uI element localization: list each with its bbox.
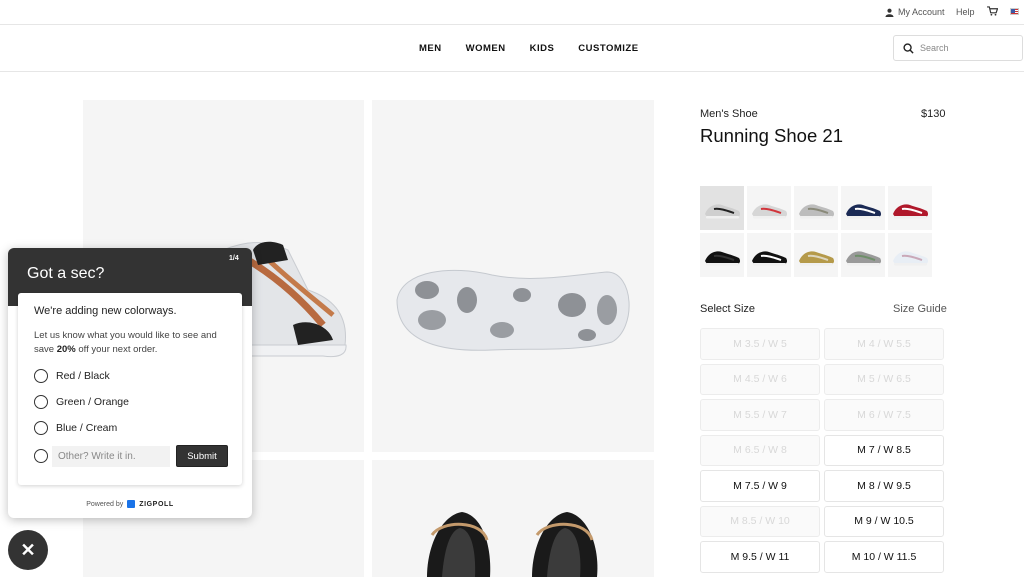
nav-link-women[interactable]: WOMEN xyxy=(466,43,506,54)
option-label: Green / Orange xyxy=(56,396,129,408)
colorway-swatch[interactable] xyxy=(747,233,791,277)
survey-description-tail: off your next order. xyxy=(75,344,158,355)
shoe-thumbnail-icon xyxy=(893,251,929,266)
option-red-black[interactable]: Red / Black xyxy=(34,369,110,383)
close-icon: ✕ xyxy=(20,539,36,560)
cart-icon[interactable] xyxy=(987,6,999,18)
shoe-top-illustration xyxy=(427,512,598,577)
colorway-swatch[interactable] xyxy=(700,186,744,230)
size-guide-link[interactable]: Size Guide xyxy=(893,303,947,315)
shoe-thumbnail-icon xyxy=(799,251,835,266)
powered-by-label: Powered by xyxy=(86,500,124,508)
survey-title: Got a sec? xyxy=(27,265,105,282)
radio-button[interactable] xyxy=(34,369,48,383)
size-option: M 6 / W 7.5 xyxy=(824,399,944,431)
survey-question: We're adding new colorways. xyxy=(34,305,177,317)
size-option[interactable]: M 9.5 / W 11 xyxy=(700,541,820,573)
size-option: M 8.5 / W 10 xyxy=(700,505,820,537)
size-option[interactable]: M 8 / W 9.5 xyxy=(824,470,944,502)
size-option: M 4 / W 5.5 xyxy=(824,328,944,360)
colorway-swatch[interactable] xyxy=(700,233,744,277)
nav-link-men[interactable]: MEN xyxy=(419,43,442,54)
my-account-label: My Account xyxy=(898,7,945,17)
utility-bar: My Account Help xyxy=(0,0,1024,25)
product-image-sole[interactable] xyxy=(372,100,654,452)
survey-description: Let us know what you would like to see a… xyxy=(34,329,229,357)
size-option[interactable]: M 10 / W 11.5 xyxy=(824,541,944,573)
us-flag-icon[interactable] xyxy=(1010,8,1019,15)
shoe-thumbnail-icon xyxy=(752,251,788,266)
colorway-swatch[interactable] xyxy=(794,233,838,277)
option-label: Blue / Cream xyxy=(56,422,118,434)
radio-button[interactable] xyxy=(34,421,48,435)
other-option: Submit xyxy=(34,445,228,467)
main-nav: MEN WOMEN KIDS CUSTOMIZE Search xyxy=(0,25,1024,72)
radio-button[interactable] xyxy=(34,449,48,463)
radio-button[interactable] xyxy=(34,395,48,409)
colorway-swatch[interactable] xyxy=(794,186,838,230)
product-price: $130 xyxy=(921,108,946,120)
help-link[interactable]: Help xyxy=(956,7,975,17)
close-survey-button[interactable]: ✕ xyxy=(8,530,48,570)
survey-step-counter: 1/4 xyxy=(229,255,239,262)
size-option[interactable]: M 9 / W 10.5 xyxy=(824,505,944,537)
survey-card: We're adding new colorways. Let us know … xyxy=(18,293,242,485)
user-icon xyxy=(885,8,894,17)
zigpoll-logo-icon xyxy=(127,500,136,508)
colorway-swatch[interactable] xyxy=(747,186,791,230)
submit-button[interactable]: Submit xyxy=(176,445,228,467)
colorway-swatch[interactable] xyxy=(841,186,885,230)
shoe-thumbnail-icon xyxy=(752,204,788,219)
nav-links: MEN WOMEN KIDS CUSTOMIZE xyxy=(419,43,663,54)
colorway-swatch[interactable] xyxy=(888,186,932,230)
shoe-thumbnail-icon xyxy=(705,251,741,266)
shoe-thumbnail-icon xyxy=(846,204,882,219)
option-blue-cream[interactable]: Blue / Cream xyxy=(34,421,117,435)
colorway-swatches xyxy=(700,186,940,277)
search-icon xyxy=(903,42,914,54)
search-input[interactable]: Search xyxy=(893,35,1023,61)
shoe-thumbnail-icon xyxy=(846,251,882,266)
option-green-orange[interactable]: Green / Orange xyxy=(34,395,129,409)
shoe-thumbnail-icon xyxy=(799,204,835,219)
product-category: Men's Shoe xyxy=(700,108,758,120)
my-account-link[interactable]: My Account xyxy=(885,7,945,17)
size-option: M 6.5 / W 8 xyxy=(700,434,820,466)
nav-link-customize[interactable]: CUSTOMIZE xyxy=(578,43,638,54)
select-size-label: Select Size xyxy=(700,303,756,315)
shoe-sole-illustration xyxy=(396,269,630,351)
size-option[interactable]: M 7 / W 8.5 xyxy=(824,434,944,466)
product-name: Running Shoe 21 xyxy=(700,125,843,146)
size-option: M 4.5 / W 6 xyxy=(700,363,820,395)
brand-name: ZIGPOLL xyxy=(139,500,174,508)
powered-by: Powered by ZIGPOLL xyxy=(8,500,252,508)
colorway-swatch[interactable] xyxy=(888,233,932,277)
product-image-top[interactable] xyxy=(372,460,654,577)
size-option[interactable]: M 7.5 / W 9 xyxy=(700,470,820,502)
shoe-thumbnail-icon xyxy=(893,204,929,219)
option-label: Red / Black xyxy=(56,370,110,382)
survey-popup: Got a sec? 1/4 We're adding new colorway… xyxy=(8,248,252,518)
nav-link-kids[interactable]: KIDS xyxy=(530,43,555,54)
size-option: M 5 / W 6.5 xyxy=(824,363,944,395)
size-grid: M 3.5 / W 5M 4 / W 5.5 M 4.5 / W 6M 5 / W… xyxy=(700,328,944,573)
size-option: M 5.5 / W 7 xyxy=(700,399,820,431)
discount-text: 20% xyxy=(56,344,76,355)
size-option: M 3.5 / W 5 xyxy=(700,328,820,360)
search-placeholder: Search xyxy=(920,43,949,53)
shoe-thumbnail-icon xyxy=(705,204,741,219)
other-input[interactable] xyxy=(52,445,170,467)
colorway-swatch[interactable] xyxy=(841,233,885,277)
